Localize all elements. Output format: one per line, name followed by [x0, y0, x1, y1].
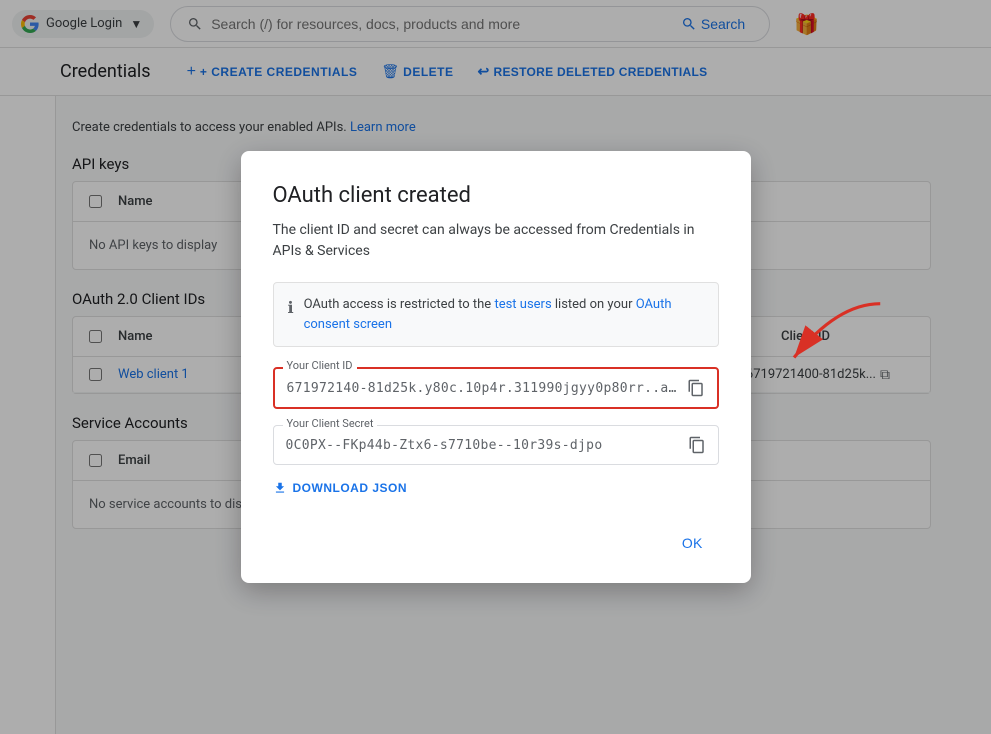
dialog-description: The client ID and secret can always be a… — [273, 220, 719, 262]
ok-button[interactable]: OK — [666, 527, 719, 559]
copy-icon — [687, 379, 705, 397]
dialog-actions: OK — [273, 527, 719, 559]
client-id-box: 671972140-81d25k.y80c.10p4r.311990jgyy0p… — [273, 367, 719, 409]
info-icon: ℹ — [288, 296, 294, 320]
client-id-field-group: Your Client ID 671972140-81d25k.y80c.10p… — [273, 367, 719, 409]
info-box: ℹ OAuth access is restricted to the test… — [273, 282, 719, 347]
copy-secret-icon — [688, 436, 706, 454]
red-arrow-indicator — [751, 291, 891, 381]
client-secret-field-group: Your Client Secret 0C0PX--FKp44b-Ztx6-s7… — [273, 425, 719, 465]
copy-client-id-button[interactable] — [687, 379, 705, 397]
client-secret-box: 0C0PX--FKp44b-Ztx6-s7710be--10r39s-djpo — [273, 425, 719, 465]
modal-overlay: OAuth client created The client ID and s… — [0, 0, 991, 734]
download-json-button[interactable]: DOWNLOAD JSON — [273, 481, 408, 495]
info-box-text: OAuth access is restricted to the test u… — [304, 295, 704, 334]
client-id-field-value: 671972140-81d25k.y80c.10p4r.311990jgyy0p… — [287, 381, 679, 396]
download-icon — [273, 481, 287, 495]
test-users-link[interactable]: test users — [494, 297, 551, 312]
copy-client-secret-button[interactable] — [688, 436, 706, 454]
client-id-label: Your Client ID — [283, 359, 357, 372]
oauth-dialog: OAuth client created The client ID and s… — [241, 151, 751, 583]
client-secret-label: Your Client Secret — [283, 417, 378, 430]
dialog-title: OAuth client created — [273, 183, 719, 208]
client-secret-field-value: 0C0PX--FKp44b-Ztx6-s7710be--10r39s-djpo — [286, 438, 680, 453]
